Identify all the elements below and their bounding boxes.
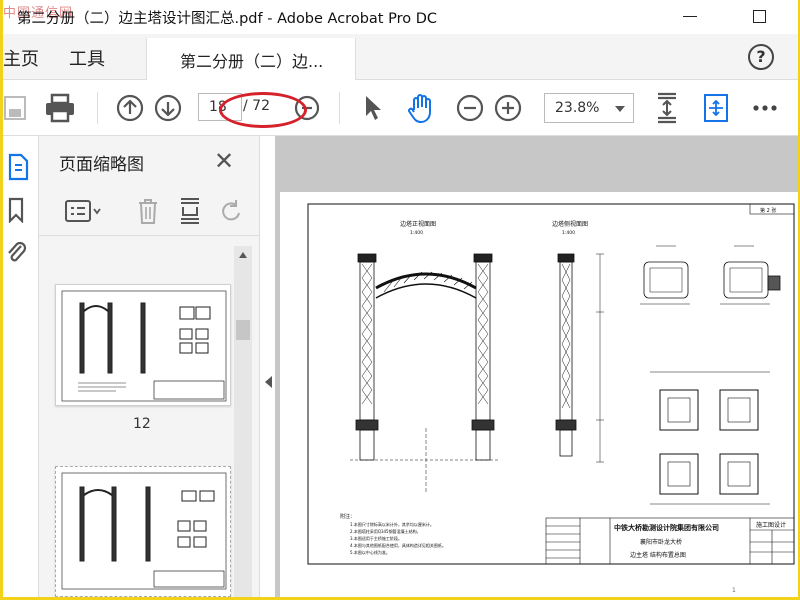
tab-bar: 主页 工具 第二分册（二）边... ?	[3, 34, 798, 80]
minimize-button[interactable]	[679, 6, 701, 28]
pdf-page-number: 1	[732, 587, 736, 594]
document-view[interactable]: 第 2 张 边塔正视面图 1:400 边塔侧视面图 1:400 附注： 1.本图…	[275, 136, 798, 597]
zoom-in-icon[interactable]	[493, 93, 523, 123]
zoom-level-select[interactable]: 23.8%	[544, 93, 634, 123]
zoom-level-value: 23.8%	[555, 100, 600, 116]
tab-tools[interactable]: 工具	[69, 45, 105, 71]
chevron-down-icon	[615, 106, 625, 112]
tab-home[interactable]: 主页	[3, 45, 39, 71]
thumbnail-panel: 页面缩略图 ✕ 12	[39, 136, 259, 597]
delete-icon[interactable]	[135, 197, 161, 225]
panel-splitter[interactable]	[259, 136, 275, 597]
bookmark-icon[interactable]	[5, 196, 27, 224]
hand-tool-icon[interactable]	[405, 92, 437, 124]
title-bar: 中国通信网 第二分册（二）边主塔设计图汇总.pdf - Adobe Acroba…	[3, 0, 798, 34]
tab-document[interactable]: 第二分册（二）边...	[146, 38, 356, 80]
company-name: 中铁大桥勘测设计院集团有限公司	[614, 523, 719, 532]
design-stage: 施工图设计	[756, 521, 786, 529]
thumbnail-scrollbar[interactable]	[234, 246, 252, 597]
side-elevation-title: 边塔侧视面图	[552, 220, 588, 228]
rotate-icon[interactable]	[219, 197, 245, 225]
scrollbar-thumb[interactable]	[236, 320, 250, 340]
fit-page-icon[interactable]	[653, 92, 681, 124]
page-thumbnail[interactable]	[55, 284, 231, 406]
more-options-icon[interactable]	[751, 100, 779, 116]
previous-page-icon[interactable]	[115, 93, 145, 123]
panel-header: 页面缩略图 ✕	[39, 136, 259, 186]
front-elevation-title: 边塔正视面图	[400, 220, 436, 228]
note-line: 3.本图适用于主桥施工阶段。	[350, 535, 402, 541]
next-page-icon[interactable]	[153, 93, 183, 123]
app-window: 中国通信网 第二分册（二）边主塔设计图汇总.pdf - Adobe Acroba…	[3, 0, 798, 597]
pdf-page: 第 2 张 边塔正视面图 1:400 边塔侧视面图 1:400 附注： 1.本图…	[280, 192, 798, 597]
drawing-name: 边主塔 结构布置总图	[630, 551, 686, 559]
toolbar-separator	[97, 92, 98, 124]
panel-title: 页面缩略图	[59, 155, 144, 175]
sheet-number: 第 2 张	[760, 207, 776, 214]
red-annotation-oval	[219, 92, 307, 128]
close-icon[interactable]: ✕	[214, 149, 234, 173]
left-tool-strip	[3, 136, 39, 597]
help-icon[interactable]: ?	[748, 44, 774, 70]
note-line: 2.本图塔柱采用Q345钢管混凝土结构。	[350, 528, 421, 534]
print-icon[interactable]	[43, 92, 77, 124]
front-elevation-scale: 1:400	[410, 230, 423, 236]
extract-pages-icon[interactable]	[177, 197, 203, 225]
notes-heading: 附注：	[340, 513, 355, 520]
note-line: 4.本图与其他图纸配合使用，具体构造详见相关图纸。	[350, 542, 446, 548]
toolbar-separator	[339, 92, 340, 124]
thumbnail-page-label: 12	[133, 416, 151, 432]
main-toolbar: 18 / 72 23.8%	[3, 80, 798, 136]
window-title: 第二分册（二）边主塔设计图汇总.pdf - Adobe Acrobat Pro …	[17, 11, 437, 27]
select-cursor-icon[interactable]	[361, 93, 385, 123]
full-screen-icon[interactable]	[701, 92, 731, 124]
note-line: 5.本图以中心线为准。	[350, 549, 390, 555]
page-thumbnail[interactable]	[55, 466, 231, 597]
attachment-icon[interactable]	[3, 236, 29, 266]
page-thumbnails-icon[interactable]	[5, 152, 31, 182]
collapse-panel-icon[interactable]	[265, 376, 272, 388]
thumbnail-options-icon[interactable]	[63, 198, 103, 224]
zoom-out-icon[interactable]	[455, 93, 485, 123]
scroll-up-icon[interactable]	[239, 252, 247, 258]
project-name: 襄阳市卧龙大桥	[640, 538, 682, 546]
side-elevation-scale: 1:400	[562, 230, 575, 236]
panel-toolbar	[39, 186, 259, 236]
note-line: 1.本图尺寸除标高以米计外，其余均以厘米计。	[350, 521, 434, 527]
maximize-button[interactable]	[748, 6, 770, 28]
document-tab-label: 第二分册（二）边...	[180, 52, 324, 71]
save-icon[interactable]	[3, 94, 27, 122]
